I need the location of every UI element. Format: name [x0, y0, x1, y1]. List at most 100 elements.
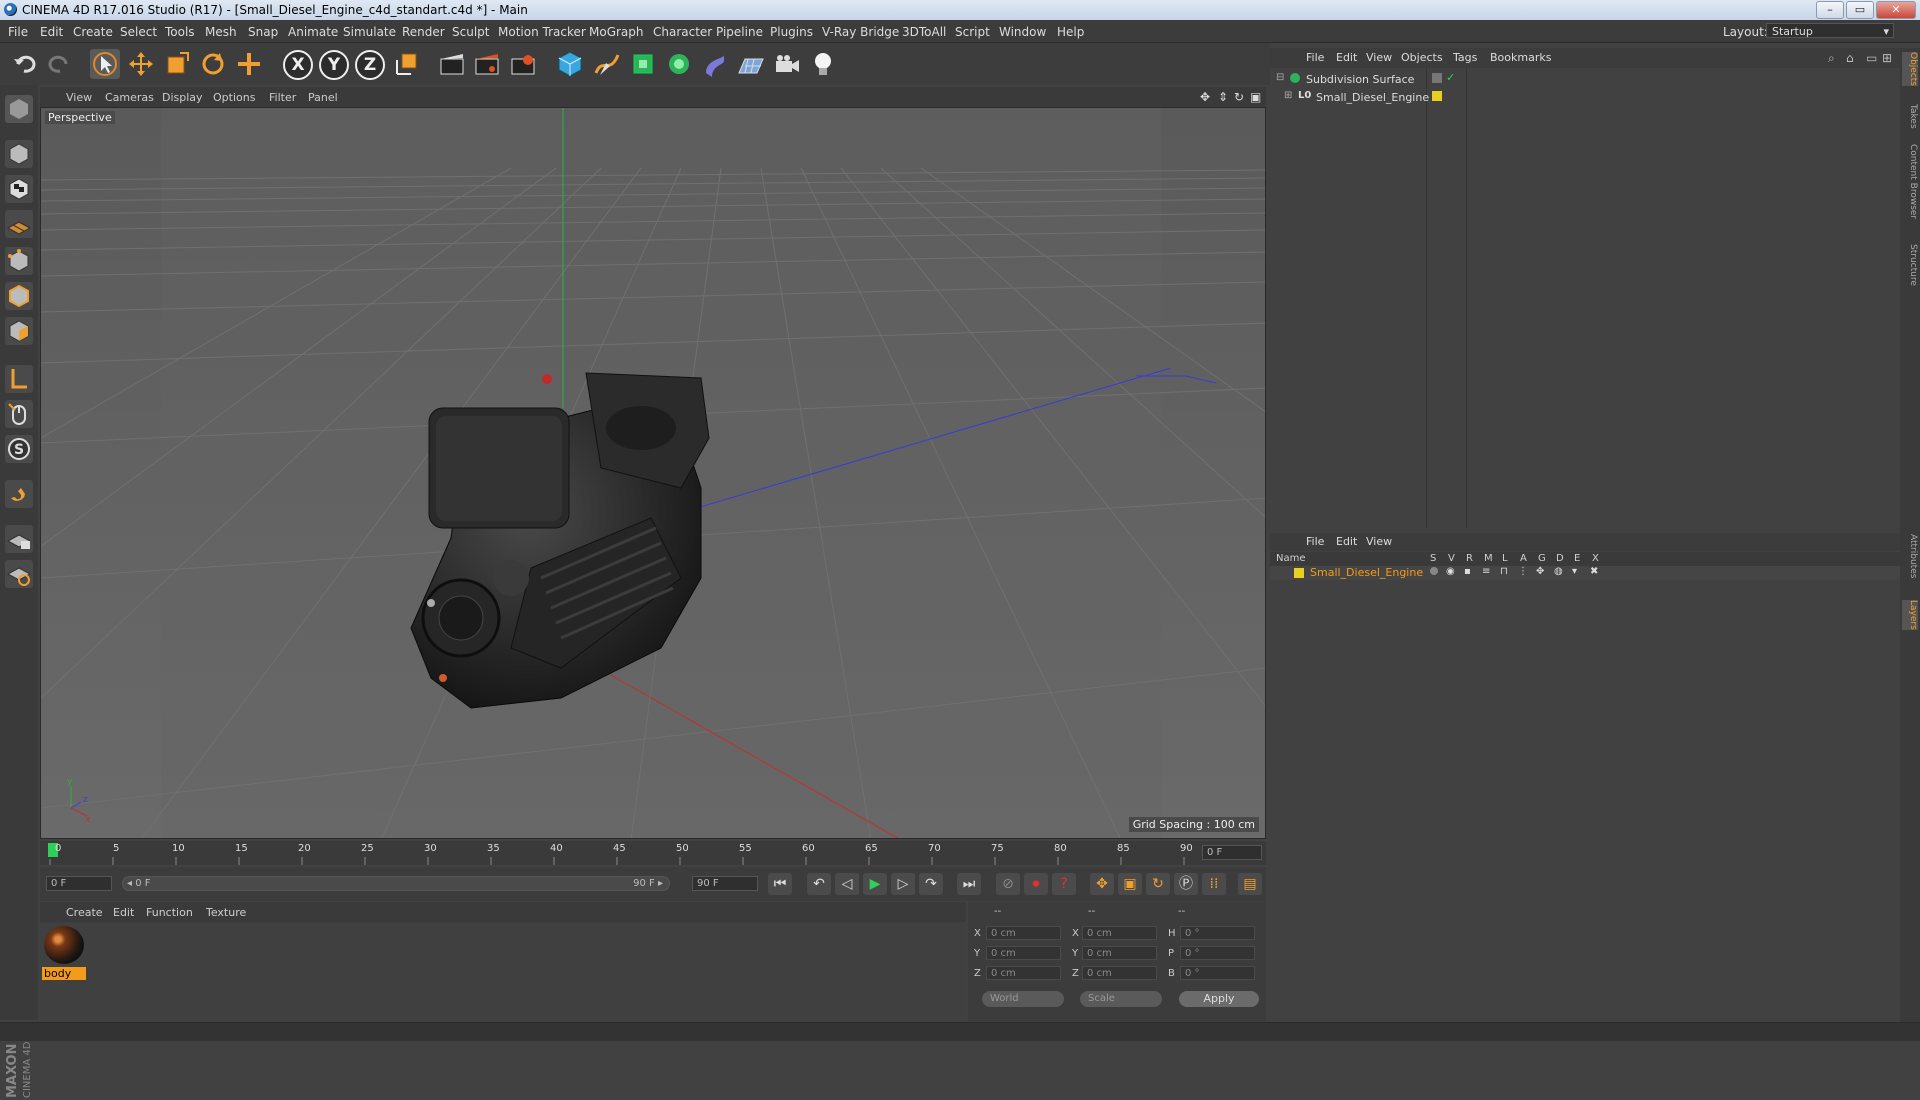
menu-snap[interactable]: Snap — [248, 25, 278, 39]
object-menu-file[interactable]: File — [1306, 51, 1324, 64]
x-axis-lock-button[interactable]: X — [283, 50, 313, 80]
size-x-field[interactable]: 0 cm — [1082, 926, 1157, 940]
rot-p-field[interactable]: 0 ° — [1180, 946, 1255, 960]
edges-mode-button[interactable] — [5, 282, 33, 310]
live-selection-tool[interactable] — [90, 49, 120, 79]
edit-render-settings-button[interactable] — [508, 49, 538, 79]
tab-attributes[interactable]: Attributes — [1902, 534, 1918, 578]
menu-render[interactable]: Render — [402, 25, 445, 39]
home-icon[interactable]: ⌂ — [1846, 51, 1854, 65]
add-spline-button[interactable] — [592, 49, 622, 79]
layout-dropdown[interactable]: Startup ▾ — [1766, 23, 1894, 38]
undo-button[interactable] — [10, 49, 40, 79]
texture-mode-button[interactable] — [5, 175, 33, 203]
next-frame-button[interactable]: ▷ — [891, 873, 915, 895]
viewport-menu-display[interactable]: Display — [162, 91, 203, 104]
pos-x-field[interactable]: 0 cm — [986, 926, 1061, 940]
viewport-maximize-icon[interactable]: ▣ — [1250, 90, 1261, 104]
lock-panel-icon[interactable]: ⊞ — [1882, 51, 1892, 65]
object-menu-view[interactable]: View — [1366, 51, 1392, 64]
apply-button[interactable]: Apply — [1179, 991, 1259, 1007]
record-keys-button[interactable]: ⊘ — [996, 873, 1020, 895]
scale-tool[interactable] — [162, 49, 192, 79]
menu-simulate[interactable]: Simulate — [343, 25, 396, 39]
menu-pipeline[interactable]: Pipeline — [716, 25, 763, 39]
go-to-start-button[interactable]: ⏮ — [768, 873, 792, 895]
menu-3dtoall[interactable]: 3DToAll — [902, 25, 946, 39]
visible-eye-icon[interactable]: ◉ — [1446, 566, 1455, 577]
menu-file[interactable]: File — [8, 25, 28, 39]
collapse-icon[interactable]: ⊟ — [1276, 72, 1284, 83]
snap-button[interactable]: S — [5, 435, 33, 463]
axis-mode-button[interactable] — [5, 365, 33, 393]
coordinate-system-button[interactable] — [392, 49, 422, 79]
menu-character[interactable]: Character — [653, 25, 712, 39]
object-menu-objects[interactable]: Objects — [1401, 51, 1443, 64]
column-manager[interactable]: M — [1484, 553, 1493, 564]
key-pla-button[interactable]: ⁞⁞ — [1202, 873, 1226, 895]
points-mode-button[interactable] — [5, 247, 33, 275]
enabled-check-icon[interactable]: ✓ — [1446, 71, 1455, 84]
material-menu-create[interactable]: Create — [66, 906, 103, 919]
magnet-button[interactable] — [5, 480, 33, 508]
column-render[interactable]: R — [1466, 553, 1473, 564]
column-generators[interactable]: G — [1538, 553, 1546, 564]
autokeying-button[interactable]: ⏺ — [1024, 873, 1048, 895]
xref-icon[interactable]: ✖ — [1590, 566, 1598, 577]
rot-b-field[interactable]: 0 ° — [1180, 966, 1255, 980]
size-z-field[interactable]: 0 cm — [1082, 966, 1157, 980]
menu-create[interactable]: Create — [73, 25, 113, 39]
material-preview-sphere[interactable] — [44, 926, 84, 964]
go-to-next-key-button[interactable]: ↷ — [919, 873, 943, 895]
move-tool[interactable] — [126, 49, 156, 79]
material-menu-function[interactable]: Function — [146, 906, 193, 919]
menu-help[interactable]: Help — [1057, 25, 1084, 39]
add-cube-button[interactable] — [555, 49, 585, 79]
viewport-zoom-icon[interactable]: ⇕ — [1218, 90, 1228, 104]
timeline-window-button[interactable]: ▤ — [1238, 873, 1262, 895]
tab-content-browser[interactable]: Content Browser — [1902, 144, 1918, 219]
column-view[interactable]: V — [1448, 553, 1455, 564]
viewport-menu-view[interactable]: View — [66, 91, 92, 104]
add-nurbs-button[interactable] — [628, 49, 658, 79]
column-deformers[interactable]: D — [1556, 553, 1564, 564]
previous-frame-button[interactable]: ◁ — [835, 873, 859, 895]
column-solo[interactable]: S — [1430, 553, 1436, 564]
generator-icon[interactable]: ✥ — [1536, 566, 1544, 577]
menu-sculpt[interactable]: Sculpt — [452, 25, 489, 39]
menu-edit[interactable]: Edit — [40, 25, 63, 39]
viewport-pan-icon[interactable]: ✥ — [1200, 90, 1210, 104]
minimize-button[interactable]: – — [1816, 1, 1844, 19]
go-to-end-button[interactable]: ⏭ — [957, 873, 981, 895]
close-button[interactable]: ✕ — [1876, 1, 1916, 19]
end-frame-field[interactable]: 90 F — [692, 876, 758, 891]
expand-icon[interactable]: ⊞ — [1284, 90, 1292, 101]
tab-objects[interactable]: Objects — [1902, 52, 1918, 87]
menu-mograph[interactable]: MoGraph — [589, 25, 644, 39]
lock-icon[interactable]: ⊓ — [1500, 566, 1508, 577]
tab-structure[interactable]: Structure — [1902, 244, 1918, 286]
render-clapper-icon[interactable]: ▪ — [1464, 566, 1471, 577]
animation-icon[interactable]: ⋮ — [1518, 566, 1528, 577]
menu-motion-tracker[interactable]: Motion Tracker — [498, 25, 586, 39]
tab-layers[interactable]: Layers — [1902, 600, 1918, 630]
layer-menu-file[interactable]: File — [1306, 535, 1324, 548]
menu-animate[interactable]: Animate — [288, 25, 338, 39]
tree-row-small-diesel-engine[interactable]: ⊞ L0 Small_Diesel_Engine — [1270, 90, 1900, 106]
render-picture-viewer-button[interactable] — [472, 49, 502, 79]
render-view-button[interactable] — [437, 49, 467, 79]
maximize-button[interactable]: ▭ — [1846, 1, 1874, 19]
menu-window[interactable]: Window — [999, 25, 1046, 39]
frame-range-slider[interactable]: ◂ 0 F 90 F ▸ — [122, 876, 670, 891]
layer-color-icon[interactable] — [1294, 568, 1304, 578]
viewport-rotate-icon[interactable]: ↻ — [1234, 90, 1244, 104]
play-button[interactable]: ▶ — [863, 873, 887, 895]
tweak-mode-button[interactable] — [5, 400, 33, 428]
menu-plugins[interactable]: Plugins — [770, 25, 813, 39]
z-axis-lock-button[interactable]: Z — [355, 50, 385, 80]
menu-script[interactable]: Script — [955, 25, 990, 39]
add-camera-button[interactable] — [772, 49, 802, 79]
make-editable-button[interactable] — [5, 95, 33, 123]
material-menu-edit[interactable]: Edit — [113, 906, 134, 919]
menu-mesh[interactable]: Mesh — [205, 25, 237, 39]
